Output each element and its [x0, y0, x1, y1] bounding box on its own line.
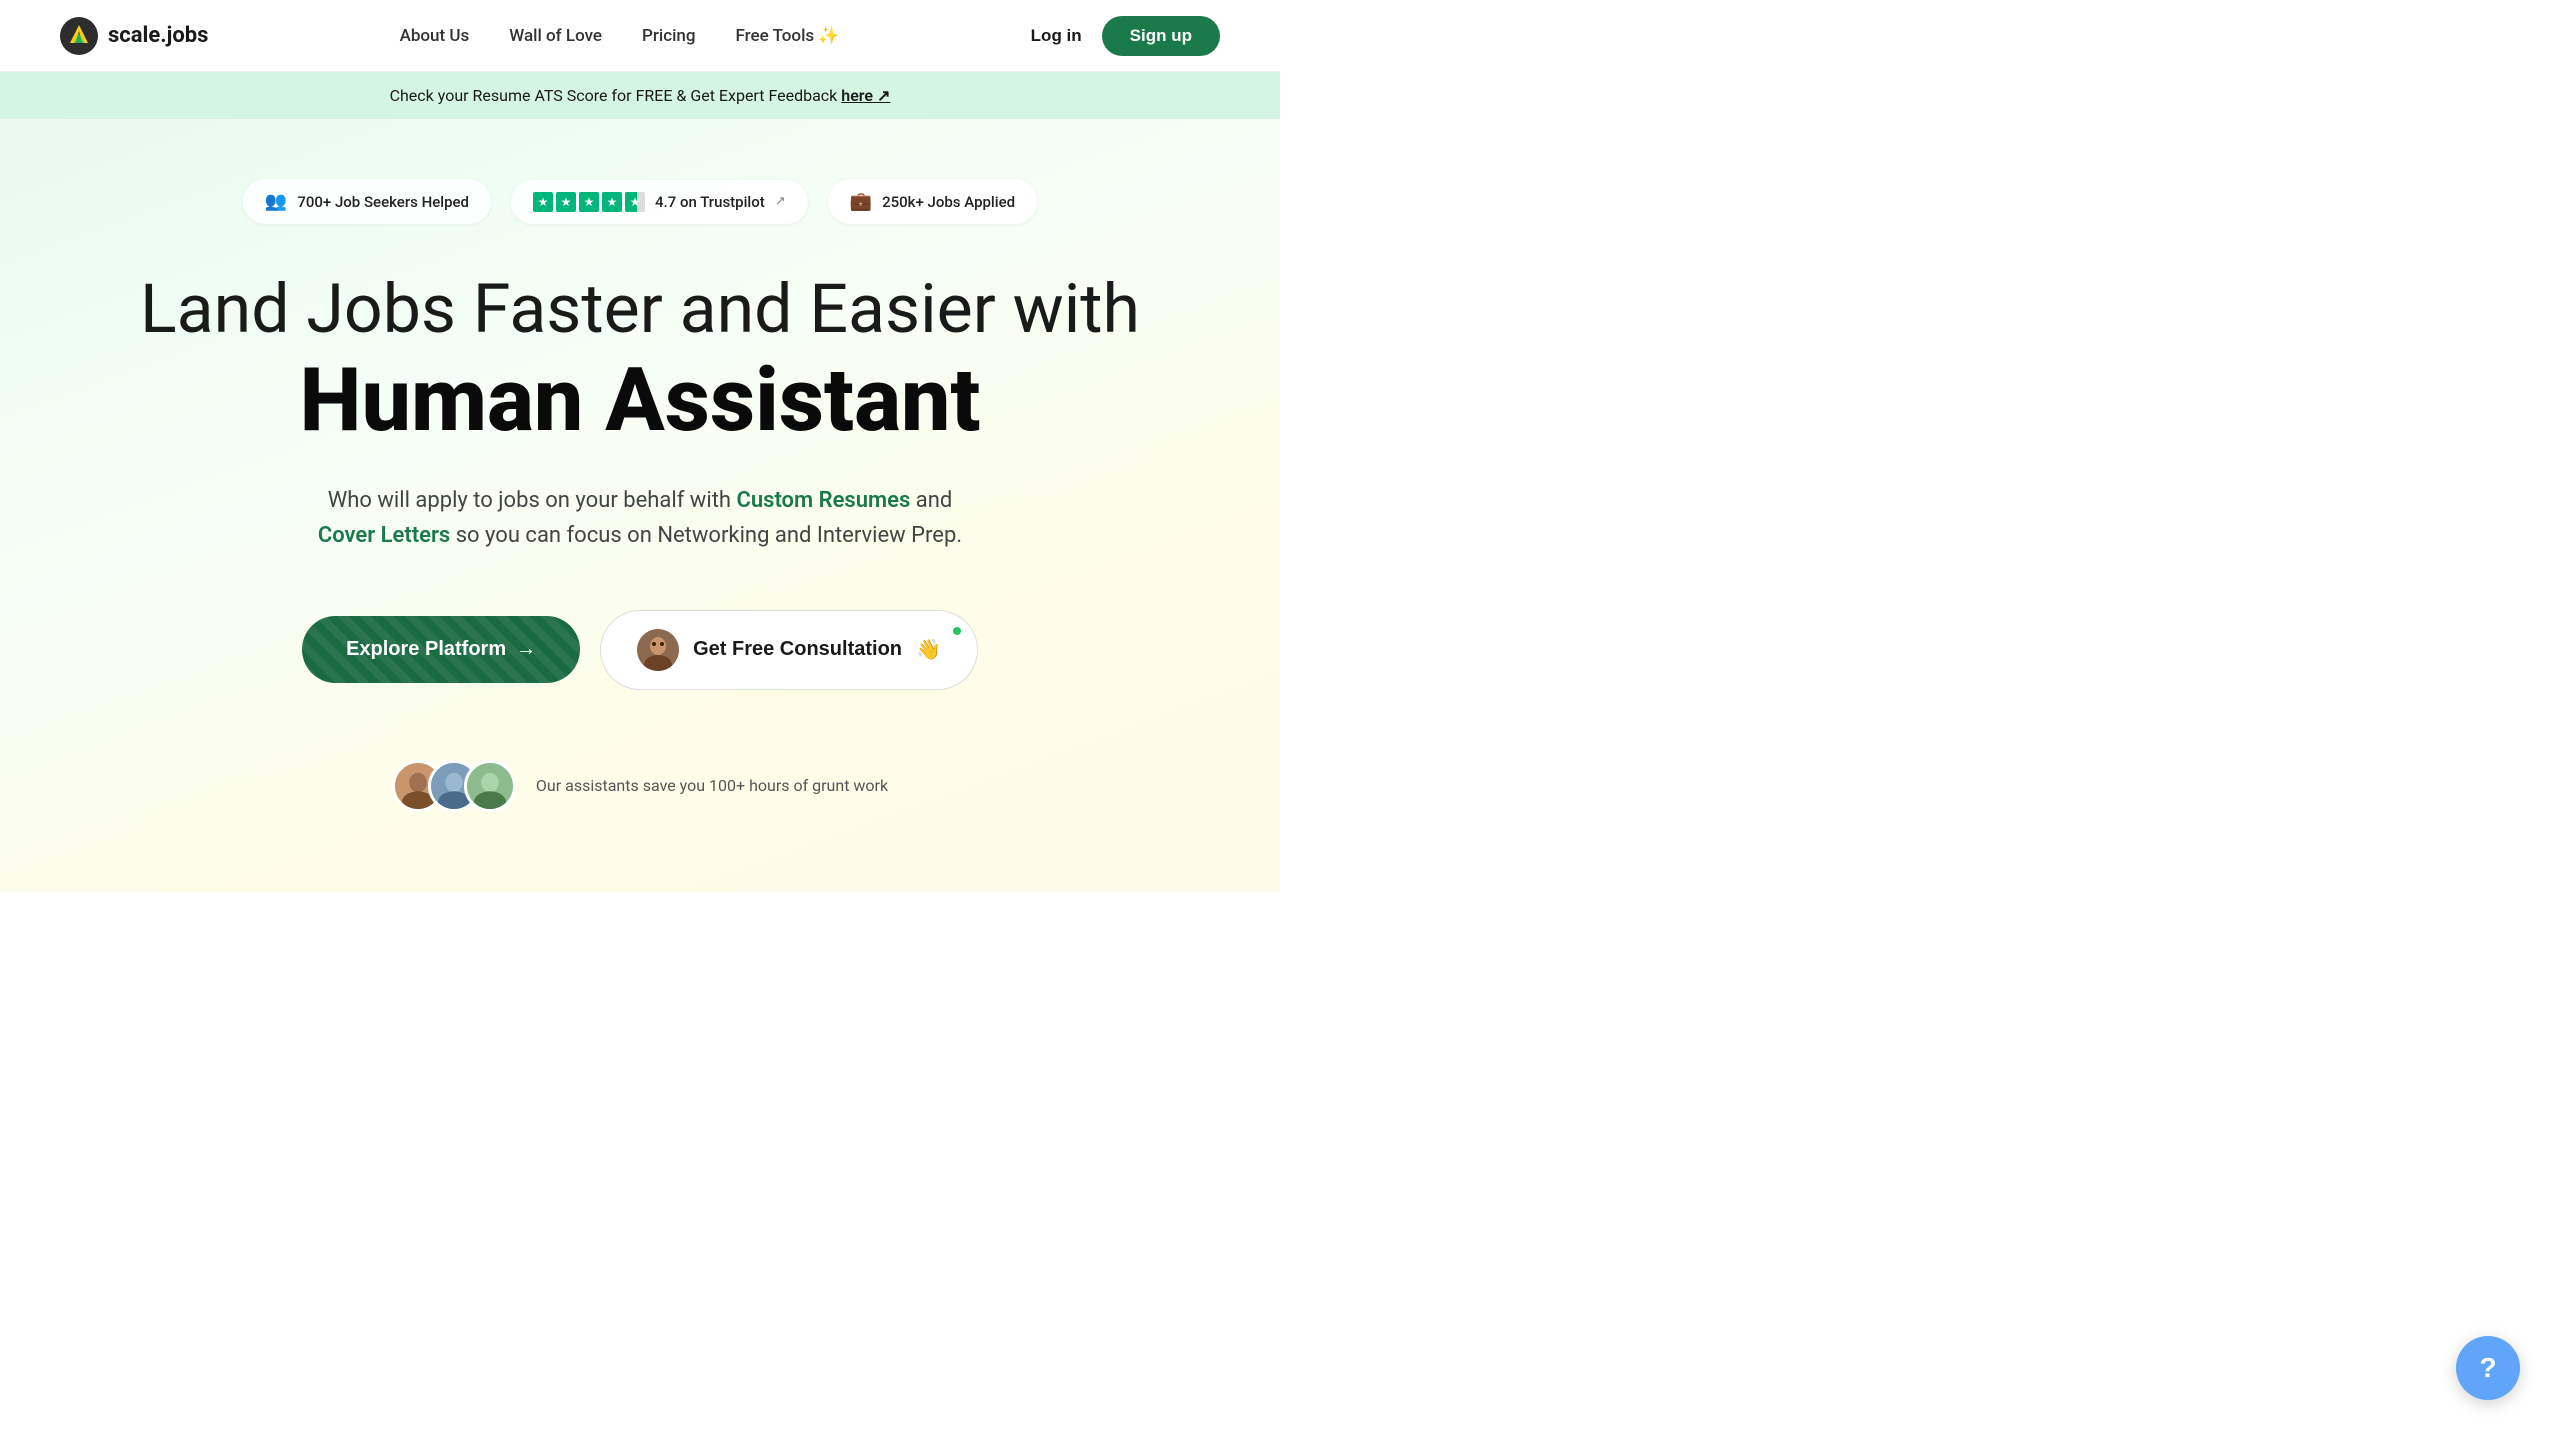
stat-jobs-applied: 💼 250k+ Jobs Applied: [828, 179, 1037, 224]
login-button[interactable]: Log in: [1031, 26, 1082, 46]
announcement-banner: Check your Resume ATS Score for FREE & G…: [0, 72, 1280, 119]
nav-actions: Log in Sign up: [1031, 16, 1220, 56]
star-1: ★: [533, 192, 553, 212]
star-4: ★: [602, 192, 622, 212]
signup-button[interactable]: Sign up: [1102, 16, 1220, 56]
explore-platform-button[interactable]: Explore Platform →: [302, 616, 580, 683]
help-button[interactable]: ?: [2456, 1336, 2520, 1400]
online-indicator: [951, 625, 963, 637]
stat-trustpilot[interactable]: ★ ★ ★ ★ ★ 4.7 on Trustpilot ↗: [511, 180, 808, 224]
nav-pricing[interactable]: Pricing: [642, 26, 696, 46]
subtitle-plain2: and: [910, 488, 952, 513]
stat-jobs-applied-text: 250k+ Jobs Applied: [882, 193, 1015, 211]
people-icon: 👥: [265, 191, 287, 212]
consultation-label: Get Free Consultation: [693, 638, 902, 661]
star-3: ★: [579, 192, 599, 212]
navbar: scale.jobs About Us Wall of Love Pricing…: [0, 0, 1280, 72]
consultant-avatar: [637, 629, 679, 671]
trustpilot-rating: 4.7 on Trustpilot: [655, 193, 765, 211]
hero-title-line1: Land Jobs Faster and Easier with: [140, 272, 1140, 347]
nav-about-us[interactable]: About Us: [400, 26, 470, 46]
cta-row: Explore Platform → Get Free Consultation…: [302, 610, 978, 690]
subtitle-green1: Custom Resumes: [736, 488, 910, 513]
explore-arrow-icon: →: [516, 638, 536, 661]
stat-job-seekers-text: 700+ Job Seekers Helped: [297, 193, 469, 211]
nav-wall-of-love[interactable]: Wall of Love: [509, 26, 602, 46]
avatar-3: [464, 760, 516, 812]
stat-job-seekers: 👥 700+ Job Seekers Helped: [243, 179, 491, 224]
bottom-section: Our assistants save you 100+ hours of gr…: [392, 760, 888, 812]
star-2: ★: [556, 192, 576, 212]
subtitle-plain3: so you can focus on Networking and Inter…: [450, 523, 962, 548]
nav-links: About Us Wall of Love Pricing Free Tools…: [400, 26, 840, 46]
stats-row: 👥 700+ Job Seekers Helped ★ ★ ★ ★ ★ 4.7 …: [243, 179, 1037, 224]
get-consultation-button[interactable]: Get Free Consultation 👋: [600, 610, 978, 690]
briefcase-icon: 💼: [850, 191, 872, 212]
logo-text: scale.jobs: [108, 23, 208, 48]
explore-label: Explore Platform: [346, 638, 506, 661]
nav-free-tools[interactable]: Free Tools ✨: [736, 26, 840, 46]
avatar-stack: [392, 760, 516, 812]
hero-section: 👥 700+ Job Seekers Helped ★ ★ ★ ★ ★ 4.7 …: [0, 119, 1280, 892]
logo-icon: [60, 17, 98, 55]
star-5-half: ★: [625, 192, 645, 212]
subtitle-green2: Cover Letters: [318, 523, 450, 548]
bottom-text: Our assistants save you 100+ hours of gr…: [536, 776, 888, 795]
hero-title-line2: Human Assistant: [299, 355, 980, 447]
banner-text: Check your Resume ATS Score for FREE & G…: [390, 86, 842, 105]
external-link-icon: ↗: [775, 194, 786, 209]
hero-subtitle: Who will apply to jobs on your behalf wi…: [300, 483, 980, 553]
subtitle-plain1: Who will apply to jobs on your behalf wi…: [328, 488, 737, 513]
logo[interactable]: scale.jobs: [60, 17, 208, 55]
consultation-emoji: 👋: [916, 637, 941, 662]
stars-row: ★ ★ ★ ★ ★: [533, 192, 645, 212]
banner-link[interactable]: here ↗: [841, 86, 890, 105]
